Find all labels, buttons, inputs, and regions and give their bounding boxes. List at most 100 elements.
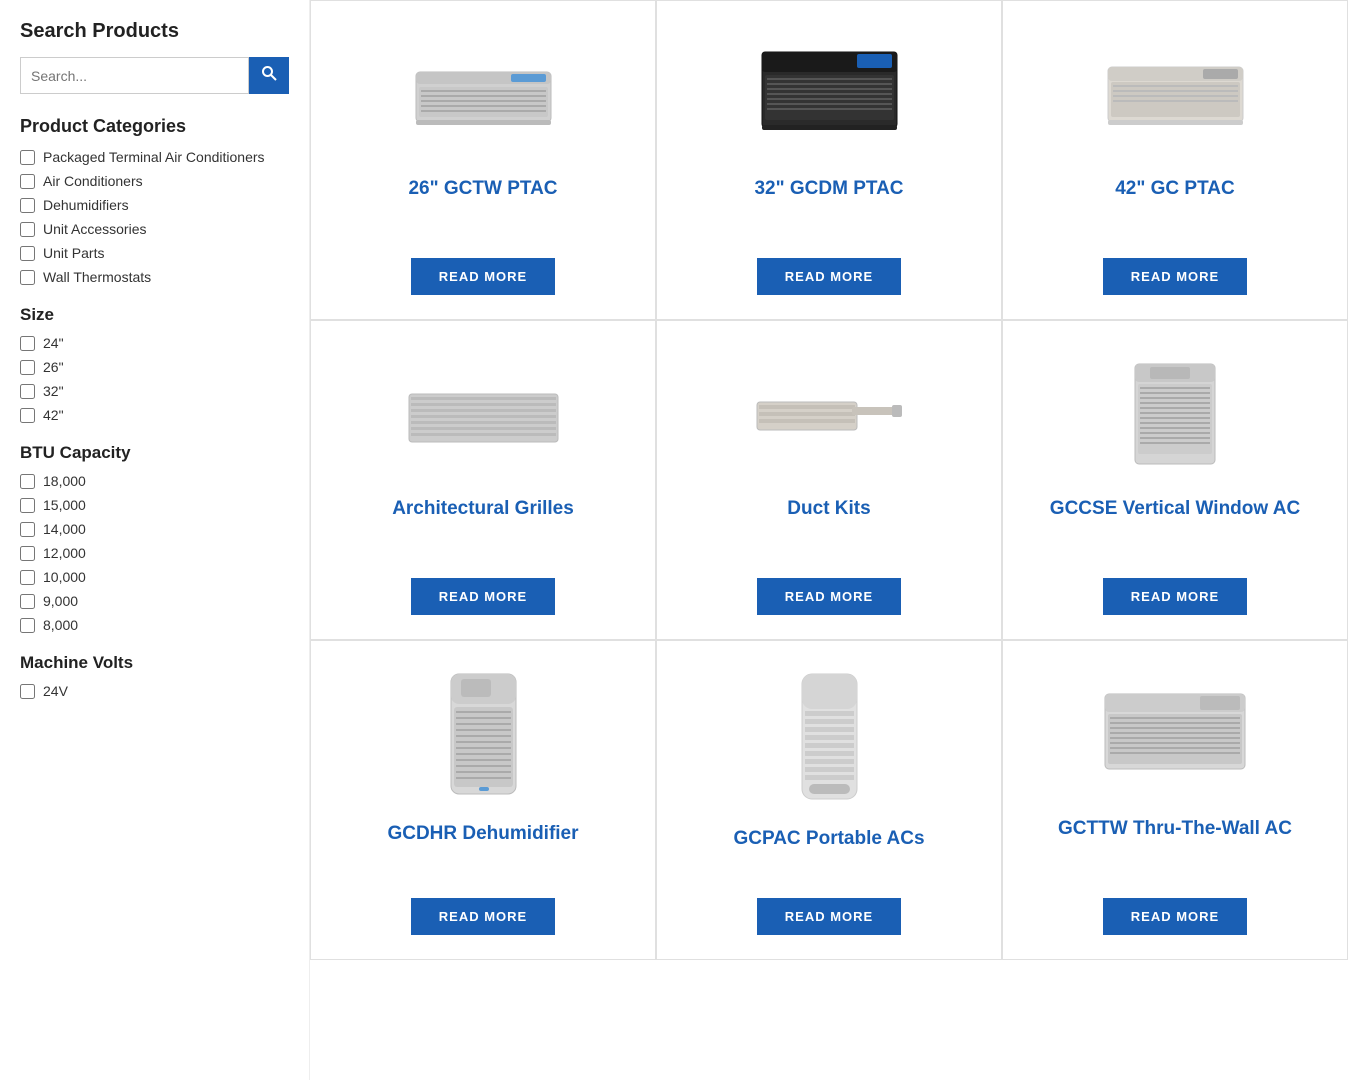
btu-item: 10,000 <box>20 569 289 585</box>
size-label: 26" <box>43 359 64 375</box>
sidebar: Search Products Product Categories Packa… <box>0 0 310 1080</box>
category-checkbox[interactable] <box>20 270 35 285</box>
volts-list: 24V <box>20 683 289 699</box>
size-label: 24" <box>43 335 64 351</box>
product-image-area <box>1023 29 1327 159</box>
size-checkbox[interactable] <box>20 408 35 423</box>
product-card: Architectural Grilles READ MORE <box>310 320 656 640</box>
product-image-area <box>677 29 981 159</box>
volts-title: Machine Volts <box>20 653 289 673</box>
btu-list: 18,000 15,000 14,000 12,000 10,000 9,000 8,000 <box>20 473 289 633</box>
btu-item: 12,000 <box>20 545 289 561</box>
product-title: 42" GC PTAC <box>1115 177 1235 202</box>
btu-checkbox[interactable] <box>20 546 35 561</box>
btu-item: 8,000 <box>20 617 289 633</box>
category-label: Unit Parts <box>43 245 104 261</box>
btu-label: 14,000 <box>43 521 86 537</box>
page-layout: Search Products Product Categories Packa… <box>0 0 1348 1080</box>
product-title: GCCSE Vertical Window AC <box>1050 497 1300 522</box>
read-more-button[interactable]: READ MORE <box>1103 898 1247 935</box>
btu-label: 9,000 <box>43 593 78 609</box>
btu-checkbox[interactable] <box>20 474 35 489</box>
product-card: 26" GCTW PTAC READ MORE <box>310 0 656 320</box>
btu-checkbox[interactable] <box>20 522 35 537</box>
size-item: 26" <box>20 359 289 375</box>
search-button[interactable] <box>249 57 289 94</box>
size-title: Size <box>20 305 289 325</box>
btu-label: 15,000 <box>43 497 86 513</box>
size-checkbox[interactable] <box>20 336 35 351</box>
product-image <box>752 377 907 452</box>
product-image-area <box>1023 669 1327 799</box>
product-image <box>757 47 902 142</box>
btu-checkbox[interactable] <box>20 594 35 609</box>
categories-list: Packaged Terminal Air Conditioners Air Co… <box>20 149 289 285</box>
btu-checkbox[interactable] <box>20 618 35 633</box>
product-image-area <box>331 29 635 159</box>
product-title: GCPAC Portable ACs <box>733 827 924 852</box>
search-icon <box>261 65 277 81</box>
read-more-button[interactable]: READ MORE <box>757 578 901 615</box>
read-more-button[interactable]: READ MORE <box>1103 578 1247 615</box>
read-more-button[interactable]: READ MORE <box>757 898 901 935</box>
category-label: Packaged Terminal Air Conditioners <box>43 149 265 165</box>
size-checkbox[interactable] <box>20 360 35 375</box>
search-products-title: Search Products <box>20 20 289 43</box>
btu-checkbox[interactable] <box>20 498 35 513</box>
product-image-area <box>1023 349 1327 479</box>
size-item: 24" <box>20 335 289 351</box>
read-more-button[interactable]: READ MORE <box>1103 258 1247 295</box>
btu-label: 12,000 <box>43 545 86 561</box>
btu-item: 14,000 <box>20 521 289 537</box>
product-card: GCCSE Vertical Window AC READ MORE <box>1002 320 1348 640</box>
product-image <box>1115 354 1235 474</box>
category-checkbox[interactable] <box>20 150 35 165</box>
btu-title: BTU Capacity <box>20 443 289 463</box>
product-categories-title: Product Categories <box>20 116 289 137</box>
search-input[interactable] <box>20 57 249 94</box>
category-label: Wall Thermostats <box>43 269 151 285</box>
btu-item: 15,000 <box>20 497 289 513</box>
product-title: Duct Kits <box>787 497 870 522</box>
product-image <box>441 669 526 804</box>
volts-checkbox[interactable] <box>20 684 35 699</box>
btu-checkbox[interactable] <box>20 570 35 585</box>
product-card: 32" GCDM PTAC READ MORE <box>656 0 1002 320</box>
category-checkbox[interactable] <box>20 174 35 189</box>
product-card: GCPAC Portable ACs READ MORE <box>656 640 1002 960</box>
product-image <box>411 52 556 137</box>
product-title: GCTTW Thru-The-Wall AC <box>1058 817 1292 842</box>
product-image <box>1100 684 1250 784</box>
btu-label: 8,000 <box>43 617 78 633</box>
category-label: Dehumidifiers <box>43 197 129 213</box>
btu-item: 18,000 <box>20 473 289 489</box>
product-image-area <box>677 669 981 809</box>
product-title: Architectural Grilles <box>392 497 574 522</box>
product-image <box>1103 52 1248 137</box>
product-title: 26" GCTW PTAC <box>408 177 557 202</box>
product-title: 32" GCDM PTAC <box>754 177 903 202</box>
read-more-button[interactable]: READ MORE <box>411 258 555 295</box>
product-image-area <box>677 349 981 479</box>
size-checkbox[interactable] <box>20 384 35 399</box>
category-item: Packaged Terminal Air Conditioners <box>20 149 289 165</box>
main-content: 26" GCTW PTAC READ MORE 32" GCDM PTAC RE… <box>310 0 1348 1080</box>
category-checkbox[interactable] <box>20 198 35 213</box>
category-label: Unit Accessories <box>43 221 146 237</box>
category-checkbox[interactable] <box>20 246 35 261</box>
size-item: 32" <box>20 383 289 399</box>
read-more-button[interactable]: READ MORE <box>411 898 555 935</box>
product-image-area <box>331 349 635 479</box>
category-item: Air Conditioners <box>20 173 289 189</box>
category-item: Unit Parts <box>20 245 289 261</box>
size-item: 42" <box>20 407 289 423</box>
read-more-button[interactable]: READ MORE <box>757 258 901 295</box>
category-checkbox[interactable] <box>20 222 35 237</box>
volts-item: 24V <box>20 683 289 699</box>
product-image-area <box>331 669 635 804</box>
product-image <box>406 372 561 457</box>
category-item: Dehumidifiers <box>20 197 289 213</box>
read-more-button[interactable]: READ MORE <box>411 578 555 615</box>
btu-item: 9,000 <box>20 593 289 609</box>
btu-label: 10,000 <box>43 569 86 585</box>
